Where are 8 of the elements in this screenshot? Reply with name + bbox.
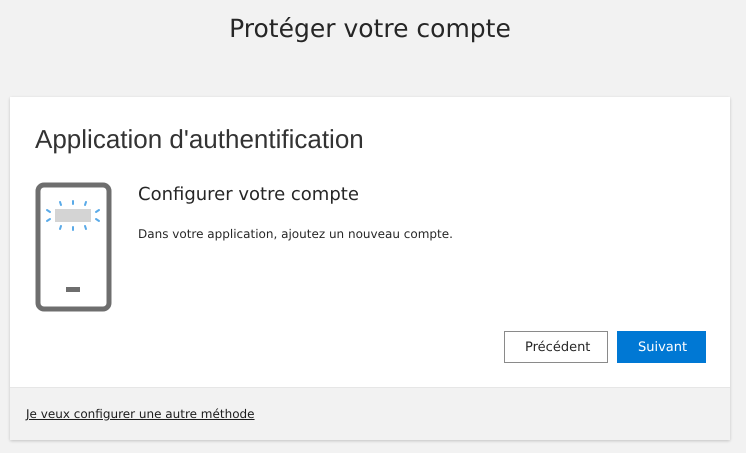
instruction-text: Dans votre application, ajoutez un nouveau compte. [138,227,453,241]
card-title: Application d'authentification [35,124,364,155]
phone-icon [35,182,112,312]
next-button[interactable]: Suivant [617,331,706,363]
other-method-link[interactable]: Je veux configurer une autre méthode [26,407,255,421]
back-button[interactable]: Précédent [504,331,608,363]
step-title: Configurer votre compte [138,184,359,205]
page-title: Protéger votre compte [229,14,511,43]
